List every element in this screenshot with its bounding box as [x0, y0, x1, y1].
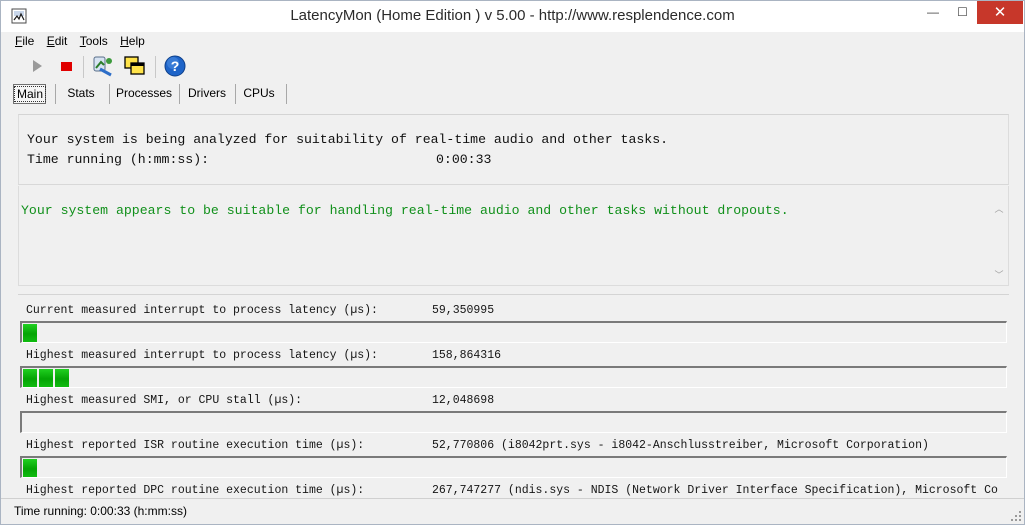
window-title: LatencyMon (Home Edition ) v 5.00 - http…	[290, 7, 735, 24]
tab-separator	[179, 84, 180, 104]
measure-value-highest-latency: 158,864316	[432, 349, 502, 362]
tab-stats[interactable]: Stats	[62, 84, 100, 104]
latency-bar	[20, 321, 1007, 343]
measure-value-isr-time: 52,770806 (i8042prt.sys - i8042-Anschlus…	[432, 439, 929, 452]
tab-separator	[109, 84, 110, 104]
resize-grip-icon[interactable]	[1011, 511, 1021, 521]
scroll-up-icon[interactable]: ︿	[994, 204, 1004, 214]
time-running-label: Time running (h:mm:ss):	[27, 152, 210, 167]
measure-label-smi-stall: Highest measured SMI, or CPU stall (µs):	[26, 394, 303, 407]
bar-segment	[39, 369, 53, 387]
play-icon[interactable]	[25, 54, 49, 78]
latency-bar	[20, 366, 1007, 388]
svg-text:?: ?	[171, 58, 180, 74]
close-button[interactable]: ✕	[977, 1, 1023, 24]
install-icon[interactable]	[91, 54, 115, 78]
measure-label-isr-time: Highest reported ISR routine execution t…	[26, 439, 365, 452]
bar-segment	[23, 369, 37, 387]
windows-icon[interactable]	[123, 54, 147, 78]
measure-label-highest-latency: Highest measured interrupt to process la…	[26, 349, 378, 362]
tab-separator	[235, 84, 236, 104]
toolbar-separator	[155, 56, 156, 78]
measure-value-dpc-time: 267,747277 (ndis.sys - NDIS (Network Dri…	[432, 484, 998, 496]
app-window: LatencyMon (Home Edition ) v 5.00 - http…	[0, 0, 1025, 525]
stop-icon[interactable]	[54, 54, 78, 78]
tab-separator	[55, 84, 56, 104]
minimize-button[interactable]: —	[918, 1, 948, 24]
status-text: Time running: 0:00:33 (h:mm:ss)	[14, 504, 187, 518]
maximize-button[interactable]: ☐	[948, 1, 977, 24]
menu-edit[interactable]: Edit	[47, 34, 68, 48]
tab-drivers[interactable]: Drivers	[186, 84, 228, 104]
menu-tools[interactable]: Tools	[80, 34, 108, 48]
latency-bar	[20, 411, 1007, 433]
measure-value-smi-stall: 12,048698	[432, 394, 495, 407]
bar-segment	[23, 459, 37, 477]
menu-bar: File Edit Tools Help	[15, 34, 154, 52]
analysis-status-text: Your system is being analyzed for suitab…	[27, 132, 669, 147]
status-bar: Time running: 0:00:33 (h:mm:ss)	[1, 498, 1024, 524]
measure-label-dpc-time: Highest reported DPC routine execution t…	[26, 484, 365, 496]
time-running-value: 0:00:33	[436, 152, 492, 167]
tab-separator	[286, 84, 287, 104]
scroll-down-icon[interactable]: ﹀	[994, 270, 1004, 280]
menu-help[interactable]: Help	[120, 34, 145, 48]
latency-bar	[20, 456, 1007, 478]
bar-segment	[55, 369, 69, 387]
title-bar[interactable]: LatencyMon (Home Edition ) v 5.00 - http…	[1, 1, 1024, 32]
menu-file[interactable]: File	[15, 34, 34, 48]
toolbar-separator	[83, 56, 84, 78]
verdict-panel: Your system appears to be suitable for h…	[18, 186, 1009, 286]
tab-main[interactable]: Main	[13, 84, 47, 104]
tab-main-label: Main	[14, 86, 47, 102]
measurements-panel: Current measured interrupt to process la…	[18, 294, 1009, 496]
tab-cpus[interactable]: CPUs	[242, 84, 276, 104]
verdict-message: Your system appears to be suitable for h…	[21, 203, 789, 218]
toolbar: ?	[13, 54, 1013, 82]
bar-segment	[23, 324, 37, 342]
measure-label-current-latency: Current measured interrupt to process la…	[26, 304, 378, 317]
measure-value-current-latency: 59,350995	[432, 304, 495, 317]
tab-processes[interactable]: Processes	[116, 84, 172, 104]
help-icon[interactable]: ?	[163, 54, 187, 78]
verdict-scrollbar[interactable]: ︿ ﹀	[992, 202, 1006, 282]
analysis-panel: Your system is being analyzed for suitab…	[18, 114, 1009, 185]
